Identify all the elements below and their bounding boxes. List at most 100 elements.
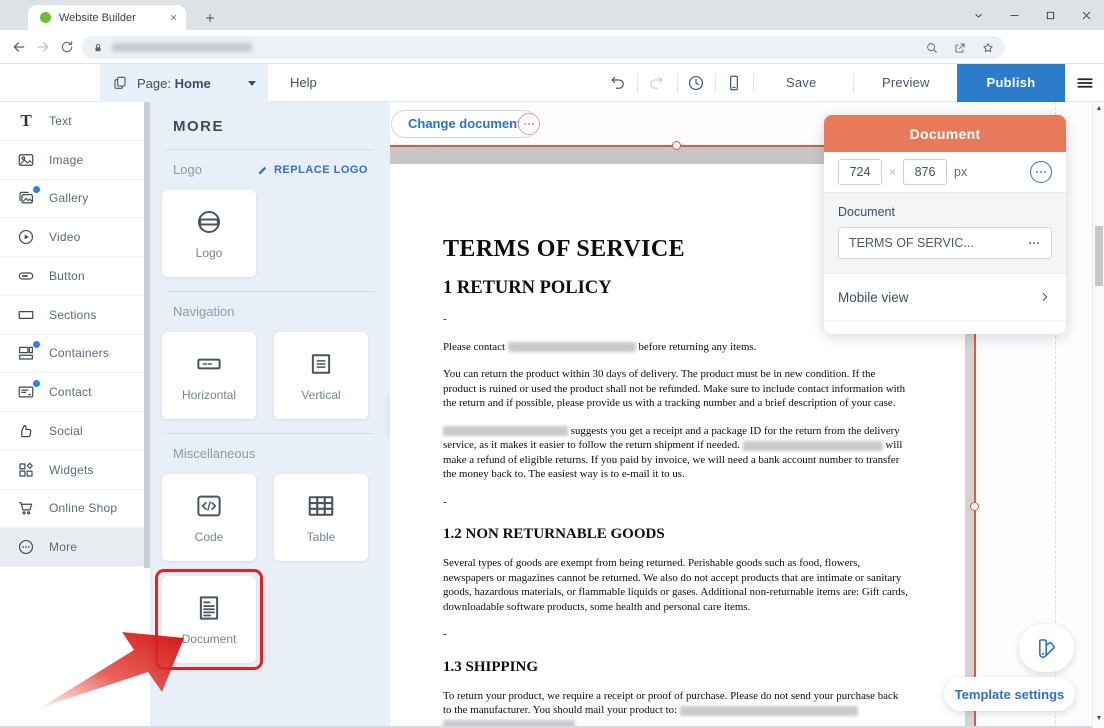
window-scrollbar[interactable]: ▲ ▼ (1092, 102, 1104, 728)
sidebar-item-online-shop[interactable]: Online Shop (0, 490, 145, 529)
browser-tab[interactable]: Website Builder (28, 5, 186, 30)
settings-panel-title[interactable]: Document (824, 115, 1066, 152)
sidebar-item-video[interactable]: Video (0, 218, 145, 257)
change-document-button[interactable]: Change document (391, 110, 538, 138)
maximize-icon[interactable] (1032, 0, 1068, 30)
tab-close-icon[interactable] (169, 13, 178, 22)
chevron-down-icon (248, 81, 256, 86)
tile-grid-logo: Logo (162, 190, 384, 277)
section-header-logo: Logo REPLACE LOGO (173, 162, 368, 177)
tile-logo[interactable]: Logo (162, 190, 256, 277)
social-icon (15, 420, 37, 442)
settings-panel-footer (824, 320, 1066, 334)
reload-icon[interactable] (56, 36, 78, 58)
document-paragraph: To return your product, we require a rec… (443, 689, 909, 728)
share-icon[interactable] (953, 41, 967, 55)
tile-vertical[interactable]: Vertical (274, 332, 368, 419)
publish-button[interactable]: Publish (957, 64, 1065, 102)
height-input[interactable] (903, 159, 947, 185)
document-dash-line: - (443, 627, 909, 642)
sidebar-item-contact[interactable]: Contact (0, 373, 145, 412)
page-selector-label: Page: Home (137, 76, 211, 91)
widget-options-button[interactable] (518, 113, 540, 135)
sidebar-item-text[interactable]: TText (0, 102, 145, 141)
toolbar-divider (677, 73, 678, 93)
toolbar-divider (853, 73, 854, 93)
panel-divider (166, 291, 374, 292)
history-button[interactable] (684, 72, 708, 94)
tile-label: Code (195, 530, 224, 544)
mobile-preview-button[interactable] (722, 72, 746, 94)
document-paragraph: Several types of goods are exempt from b… (443, 556, 909, 614)
document-select-value: TERMS OF SERVIC... (849, 236, 974, 250)
back-icon[interactable] (8, 36, 30, 58)
close-icon[interactable] (1068, 0, 1104, 30)
bookmark-star-icon[interactable] (981, 41, 995, 55)
forward-icon[interactable] (32, 36, 54, 58)
page-icon (112, 75, 128, 91)
address-bar[interactable] (82, 36, 1005, 59)
button-icon (15, 265, 37, 287)
section-header-navigation: Navigation (173, 304, 368, 319)
scrollbar-up-arrow[interactable]: ▲ (1093, 105, 1104, 112)
url-redacted (112, 43, 252, 52)
sidebar-item-label: Contact (49, 385, 92, 399)
sidebar-item-containers[interactable]: Containers (0, 335, 145, 374)
browser-tab-strip: Website Builder (0, 0, 1104, 30)
selection-resize-handle-top[interactable] (672, 141, 681, 150)
selection-resize-handle-right[interactable] (970, 502, 979, 511)
tile-table[interactable]: Table (274, 474, 368, 561)
scrollbar-down-arrow[interactable]: ▼ (1093, 715, 1104, 722)
tile-label: Horizontal (182, 388, 236, 402)
sidebar-item-sections[interactable]: Sections (0, 296, 145, 335)
address-bar-actions (925, 36, 995, 59)
new-tab-button[interactable] (200, 8, 220, 28)
sidebar-item-label: Widgets (49, 463, 94, 477)
tile-code[interactable]: Code (162, 474, 256, 561)
size-options-button[interactable] (1030, 161, 1052, 183)
document-select[interactable]: TERMS OF SERVIC... (838, 227, 1052, 259)
sidebar-item-gallery[interactable]: Gallery (0, 180, 145, 219)
toolbar-divider (753, 73, 754, 93)
width-input[interactable] (838, 159, 882, 185)
sidebar-item-widgets[interactable]: Widgets (0, 451, 145, 490)
window-controls (960, 0, 1104, 30)
undo-button[interactable] (606, 72, 630, 94)
page-selector[interactable]: Page: Home (100, 64, 268, 102)
mobile-view-row[interactable]: Mobile view (824, 274, 1066, 320)
site-favicon (40, 12, 51, 23)
size-row: × px (824, 152, 1066, 192)
template-settings-button[interactable]: Template settings (944, 677, 1075, 711)
sidebar-item-image[interactable]: Image (0, 141, 145, 180)
browser-address-bar-row (0, 30, 1104, 64)
more-panel-title: MORE (173, 118, 390, 135)
sidebar-item-label: Sections (49, 308, 97, 322)
document-heading: 1.2 NON RETURNABLE GOODS (443, 526, 909, 543)
new-badge (33, 380, 40, 387)
document-tile-icon (194, 593, 224, 623)
sidebar-item-button[interactable]: Button (0, 257, 145, 296)
redo-button[interactable] (644, 72, 668, 94)
shop-icon (15, 497, 37, 519)
design-palette-button[interactable] (1019, 624, 1074, 672)
lock-icon (92, 42, 104, 54)
redacted-text (680, 706, 858, 716)
section-label: Logo (173, 162, 202, 177)
chevron-down-icon[interactable] (960, 0, 996, 30)
panel-divider (166, 433, 374, 434)
menu-icon[interactable] (1072, 72, 1098, 94)
preview-button[interactable]: Preview (882, 64, 930, 102)
tile-document[interactable]: Document (162, 576, 256, 663)
save-button[interactable]: Save (786, 64, 816, 102)
sidebar-item-social[interactable]: Social (0, 412, 145, 451)
help-button[interactable]: Help (290, 64, 317, 102)
logo-icon (194, 207, 224, 237)
zoom-icon[interactable] (925, 41, 939, 55)
multiply-sign: × (889, 165, 896, 179)
minimize-icon[interactable] (996, 0, 1032, 30)
sidebar-item-more[interactable]: More (0, 528, 145, 567)
scrollbar-thumb[interactable] (1095, 226, 1103, 286)
replace-logo-button[interactable]: REPLACE LOGO (257, 164, 368, 176)
tile-horizontal[interactable]: Horizontal (162, 332, 256, 419)
document-dash-line: - (443, 495, 909, 510)
